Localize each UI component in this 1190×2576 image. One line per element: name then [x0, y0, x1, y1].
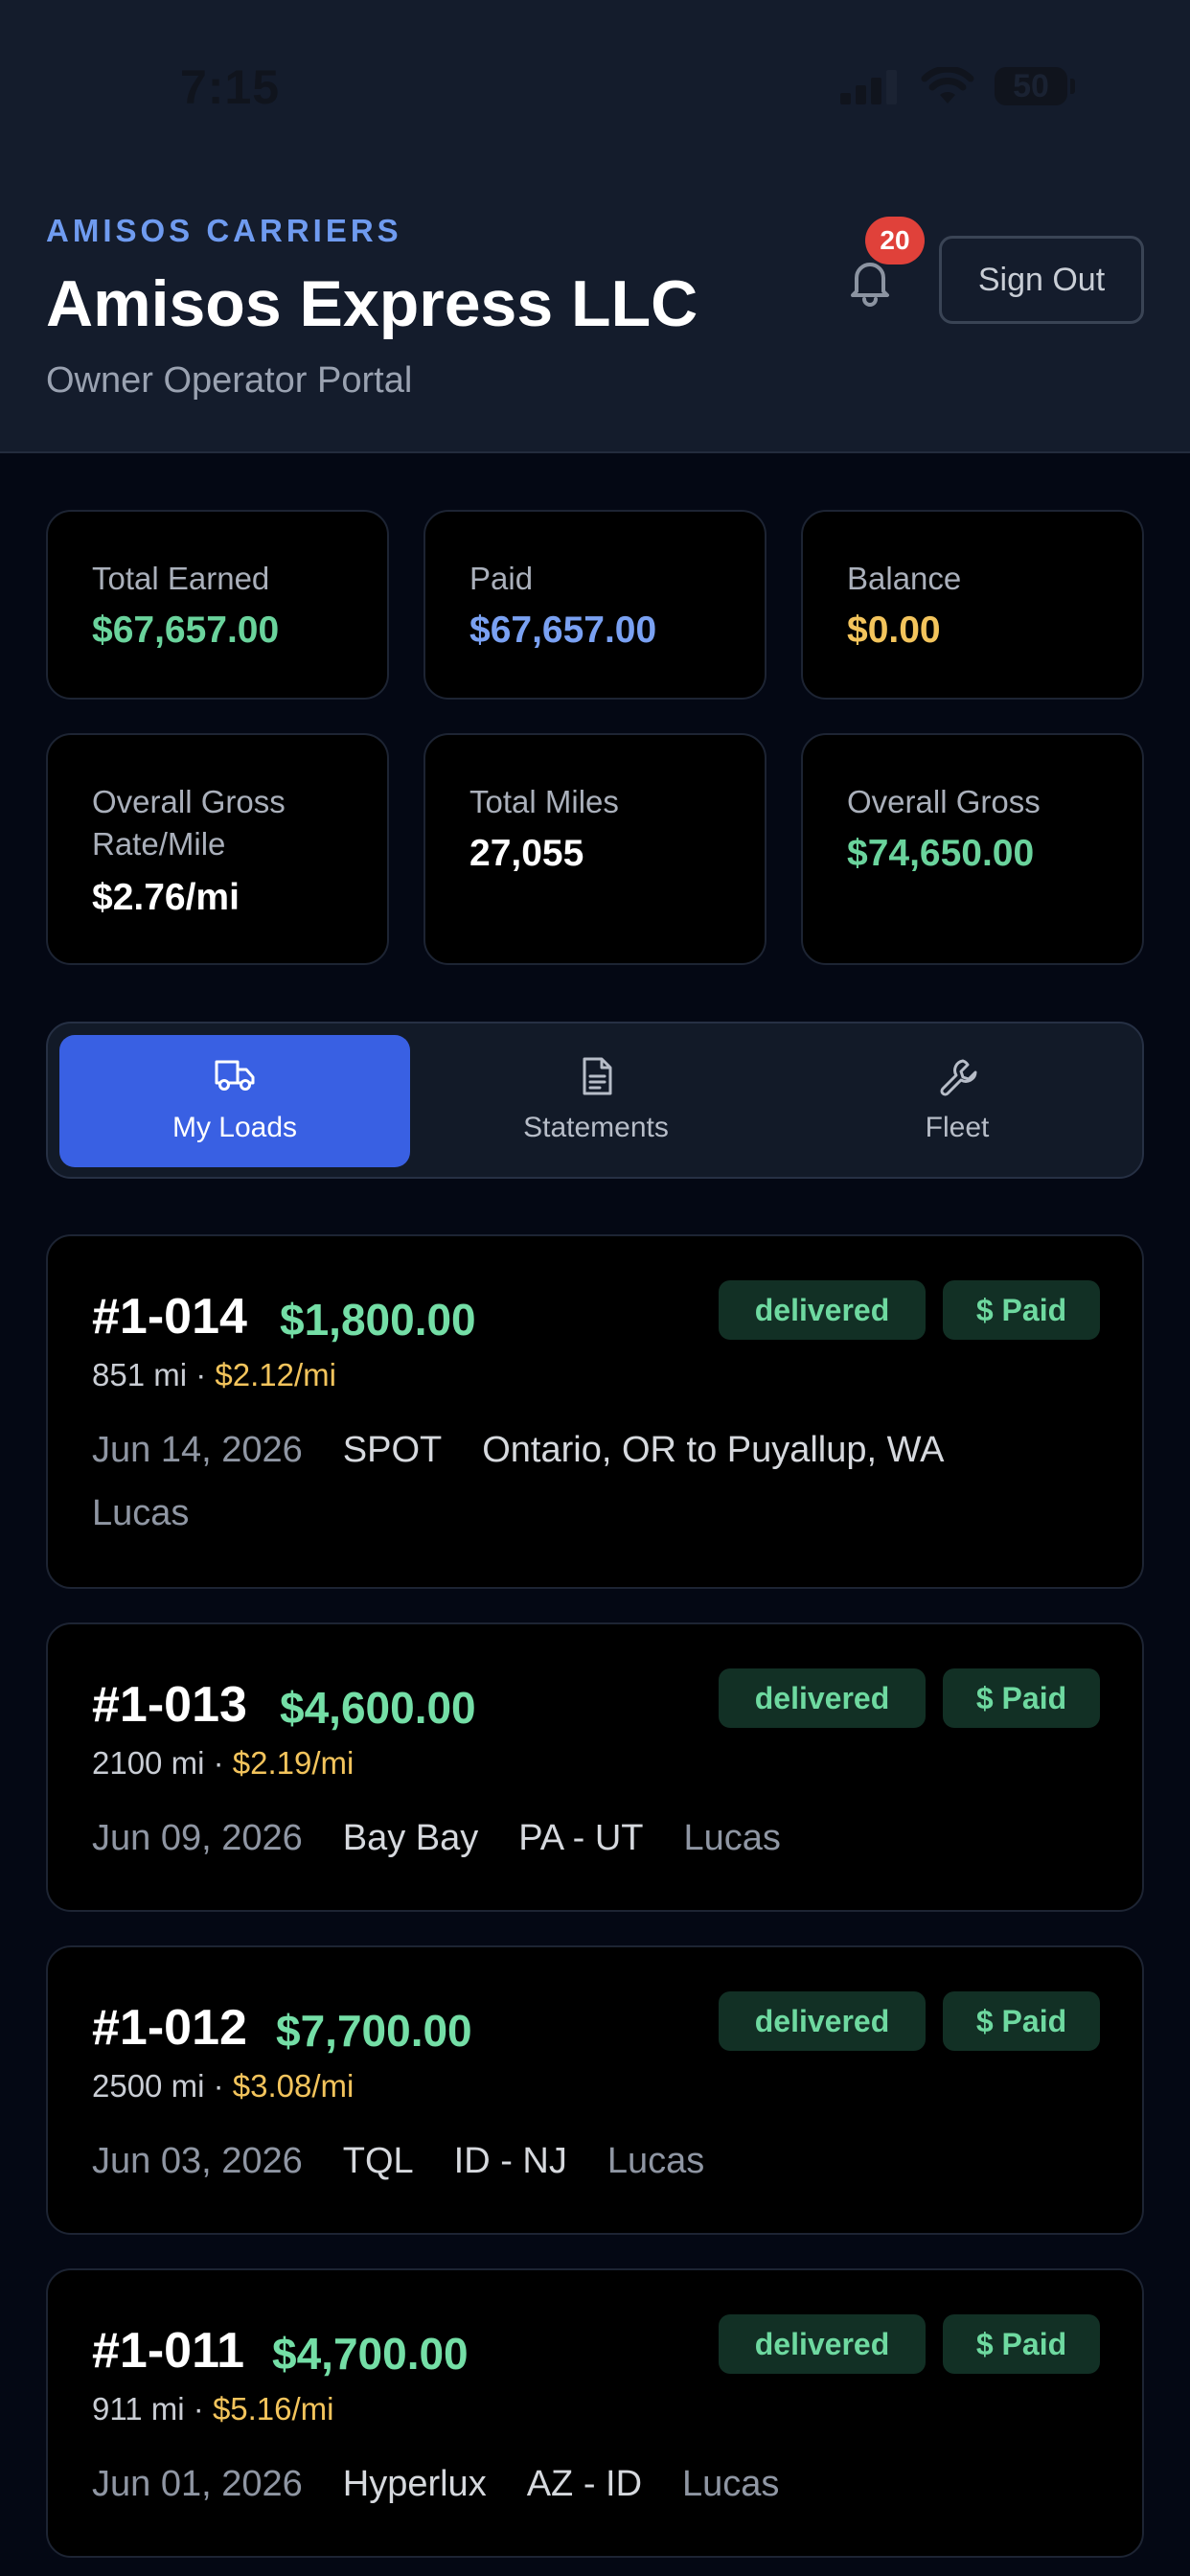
load-miles: 2500 mi: [92, 2068, 205, 2104]
tab-label: Fleet: [925, 1112, 990, 1143]
stat-value: $0.00: [847, 610, 941, 651]
payment-badge: $ Paid: [943, 1991, 1100, 2051]
payment-badge: $ Paid: [943, 1668, 1100, 1728]
load-amount: $7,700.00: [276, 2006, 472, 2056]
tab-fleet[interactable]: Fleet: [782, 1035, 1133, 1167]
truck-icon: [215, 1060, 255, 1091]
load-meta: Jun 01, 2026 Hyperlux AZ - ID Lucas: [92, 2452, 819, 2516]
load-id: #1-013: [92, 1677, 247, 1733]
load-broker: TQL: [342, 2141, 414, 2181]
load-driver: Lucas: [606, 2141, 705, 2181]
miles-line: 2100 mi · $2.19/mi: [92, 1745, 355, 1781]
load-id: #1-011: [92, 2323, 245, 2379]
payment-badge: $ Paid: [943, 1280, 1100, 1340]
load-card[interactable]: #1-011 $4,700.00 delivered $ Paid 911 mi…: [46, 2268, 1144, 2558]
load-card[interactable]: #1-013 $4,600.00 delivered $ Paid 2100 m…: [46, 1622, 1144, 1912]
load-amount: $1,800.00: [280, 1295, 476, 1345]
load-date: Jun 03, 2026: [92, 2141, 303, 2181]
document-icon: [583, 1057, 612, 1095]
stat-value: $67,657.00: [92, 610, 280, 651]
stat-card-overall-gross: Overall Gross $74,650.00: [801, 733, 1144, 965]
stat-value: $2.76/mi: [92, 877, 240, 918]
stat-card-paid: Paid $67,657.00: [423, 510, 767, 700]
tab-label: My Loads: [172, 1112, 298, 1143]
stat-label: Total Miles: [469, 784, 619, 819]
status-badge: delivered: [719, 1668, 926, 1728]
wifi-icon: [921, 67, 974, 104]
brand-label: AMISOS CARRIERS: [46, 213, 402, 248]
wrench-icon: [940, 1059, 977, 1096]
stat-label: Balance: [847, 561, 962, 596]
load-driver: Lucas: [682, 2464, 780, 2504]
load-rate-per-mile: $5.16/mi: [212, 2391, 334, 2426]
sign-out-button[interactable]: Sign Out: [939, 236, 1144, 324]
load-broker: SPOT: [342, 1430, 443, 1470]
load-rate-per-mile: $2.12/mi: [215, 1357, 336, 1392]
load-card[interactable]: #1-014 $1,800.00 delivered $ Paid 851 mi…: [46, 1234, 1144, 1589]
stat-value: $74,650.00: [847, 833, 1035, 874]
load-meta: Jun 09, 2026 Bay Bay PA - UT Lucas: [92, 1806, 821, 1870]
stat-label: Paid: [469, 561, 534, 596]
notification-badge: 20: [865, 217, 925, 264]
load-amount: $4,700.00: [272, 2329, 469, 2379]
load-route: PA - UT: [518, 1818, 644, 1858]
app-header: 7:15 50 AMISOS CARRIERS Amisos Express L…: [0, 0, 1190, 453]
load-rate-per-mile: $2.19/mi: [232, 1745, 355, 1781]
stat-card-gross-rate-per-mile: Overall Gross Rate/Mile $2.76/mi: [46, 733, 389, 965]
load-id: #1-014: [92, 1289, 247, 1345]
stat-label: Overall Gross Rate/Mile: [92, 784, 286, 862]
company-name: Amisos Express LLC: [46, 267, 698, 340]
load-miles: 851 mi: [92, 1357, 188, 1392]
miles-line: 851 mi · $2.12/mi: [92, 1357, 336, 1392]
tab-statements[interactable]: Statements: [421, 1035, 771, 1167]
stat-card-total-miles: Total Miles 27,055: [423, 733, 767, 965]
battery-icon: 50: [995, 67, 1067, 105]
load-card[interactable]: #1-012 $7,700.00 delivered $ Paid 2500 m…: [46, 1945, 1144, 2235]
load-route: AZ - ID: [526, 2464, 643, 2504]
load-route: Ontario, OR to Puyallup, WA: [482, 1430, 945, 1470]
stat-value: $67,657.00: [469, 610, 657, 651]
status-bar: 7:15 50: [0, 0, 1190, 172]
tab-my-loads[interactable]: My Loads: [59, 1035, 410, 1167]
payment-badge: $ Paid: [943, 2314, 1100, 2374]
tab-bar: My Loads Statements Fleet: [46, 1022, 1144, 1179]
stat-card-total-earned: Total Earned $67,657.00: [46, 510, 389, 700]
tab-label: Statements: [523, 1112, 669, 1143]
load-broker: Hyperlux: [342, 2464, 487, 2504]
load-miles: 911 mi: [92, 2391, 185, 2426]
stat-label: Overall Gross: [847, 784, 1041, 819]
stat-value: 27,055: [469, 833, 584, 874]
status-badge: delivered: [719, 2314, 926, 2374]
miles-line: 2500 mi · $3.08/mi: [92, 2068, 355, 2104]
load-rate-per-mile: $3.08/mi: [232, 2068, 355, 2104]
load-route: ID - NJ: [453, 2141, 567, 2181]
miles-line: 911 mi · $5.16/mi: [92, 2391, 334, 2426]
status-badge: delivered: [719, 1280, 926, 1340]
cellular-signal-icon: [840, 70, 897, 104]
load-driver: Lucas: [92, 1493, 190, 1533]
portal-subtitle: Owner Operator Portal: [46, 360, 413, 401]
status-time: 7:15: [180, 60, 281, 114]
stat-label: Total Earned: [92, 561, 270, 596]
load-driver: Lucas: [683, 1818, 781, 1858]
load-meta: Jun 14, 2026 SPOT Ontario, OR to Puyallup,…: [92, 1418, 1108, 1545]
stat-card-balance: Balance $0.00: [801, 510, 1144, 700]
load-meta: Jun 03, 2026 TQL ID - NJ Lucas: [92, 2129, 744, 2193]
load-broker: Bay Bay: [342, 1818, 479, 1858]
load-date: Jun 14, 2026: [92, 1430, 303, 1470]
status-badge: delivered: [719, 1991, 926, 2051]
load-miles: 2100 mi: [92, 1745, 205, 1781]
load-date: Jun 01, 2026: [92, 2464, 303, 2504]
battery-tip: [1070, 79, 1075, 94]
load-id: #1-012: [92, 2000, 247, 2056]
load-amount: $4,600.00: [280, 1683, 476, 1733]
load-date: Jun 09, 2026: [92, 1818, 303, 1858]
